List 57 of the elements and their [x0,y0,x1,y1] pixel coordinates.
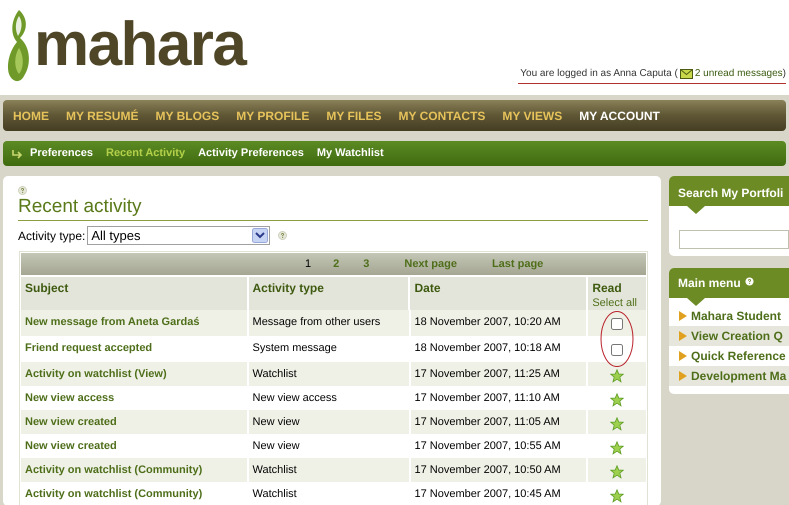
read-checkbox[interactable] [611,344,624,356]
login-text: You are logged in as Anna Caputa ( [520,67,678,81]
table-cell: 17 November 2007, 11:05 AM [410,410,586,434]
logo-text: mahara [34,14,246,76]
sub-nav-tab[interactable]: Preferences [30,145,93,162]
filter-label: Activity type: [18,228,86,244]
column-header-text: Read [592,280,623,297]
help-icon[interactable] [18,186,27,195]
nav-tab[interactable]: MY FILES [326,106,382,124]
panel-title: Search My Portfoli [669,176,789,206]
nav-tab[interactable]: HOME [13,106,49,124]
annotation-ellipse [600,310,634,368]
chevron-down-icon [252,228,268,243]
menu-link[interactable]: Development Ma [669,366,789,386]
nav-tab[interactable]: MY PROFILE [236,106,310,124]
read-checkbox[interactable] [611,318,624,330]
sub-nav-tab[interactable]: My Watchlist [316,145,384,162]
nav-tab[interactable]: MY RESUMÉ [66,106,138,124]
sub-nav-tab[interactable]: Activity Preferences [198,145,304,162]
menu-link[interactable]: View Creation Q [669,326,789,346]
page-link[interactable]: 3 [363,256,370,272]
subject-link[interactable]: Activity on watchlist (View) [21,362,247,386]
page-title: Recent activity [18,195,648,221]
subject-link[interactable]: New message from Aneta Gardaś [21,310,247,336]
table-cell: Message from other users [248,310,409,336]
nav-tab[interactable]: MY CONTACTS [398,106,486,124]
table-cell: 17 November 2007, 11:25 AM [410,362,586,386]
logo-icon [6,8,32,84]
return-arrow-icon [11,148,23,158]
login-text: ) [782,67,786,81]
activity-type-dropdown[interactable]: All types [87,226,270,245]
envelope-icon [680,68,693,78]
help-icon[interactable] [744,276,754,286]
panel-pointer-icon [687,206,705,214]
page-link[interactable]: 1 [305,256,312,272]
nav-tab[interactable]: MY VIEWS [502,106,562,124]
search-field[interactable] [679,230,789,249]
page-link[interactable]: Last page [492,256,544,272]
help-icon[interactable] [278,231,288,240]
table-cell: Watchlist [248,362,409,386]
column-header: Subject [21,277,247,310]
table-cell: New view [248,410,409,434]
table-cell: 18 November 2007, 10:20 AM [410,310,586,336]
page-link[interactable]: 2 [333,256,340,272]
column-header: Date [410,277,586,310]
nav-tab[interactable]: MY ACCOUNT [579,106,660,124]
subject-link[interactable]: Activity on watchlist (Community) [21,458,247,482]
page-link[interactable]: Next page [404,256,457,272]
nav-tab[interactable]: MY BLOGS [155,106,220,124]
subject-link[interactable]: New view created [21,410,247,434]
panel-title: Main menu [678,275,741,292]
select-all-link[interactable]: Select all [592,297,642,309]
table-cell: Watchlist [248,458,409,482]
column-header: Activity type [248,277,408,310]
sub-nav-tab[interactable]: Recent Activity [106,145,186,162]
messages-link[interactable]: 2 unread messages [694,66,783,81]
table-cell: 17 November 2007, 10:50 AM [410,458,586,482]
